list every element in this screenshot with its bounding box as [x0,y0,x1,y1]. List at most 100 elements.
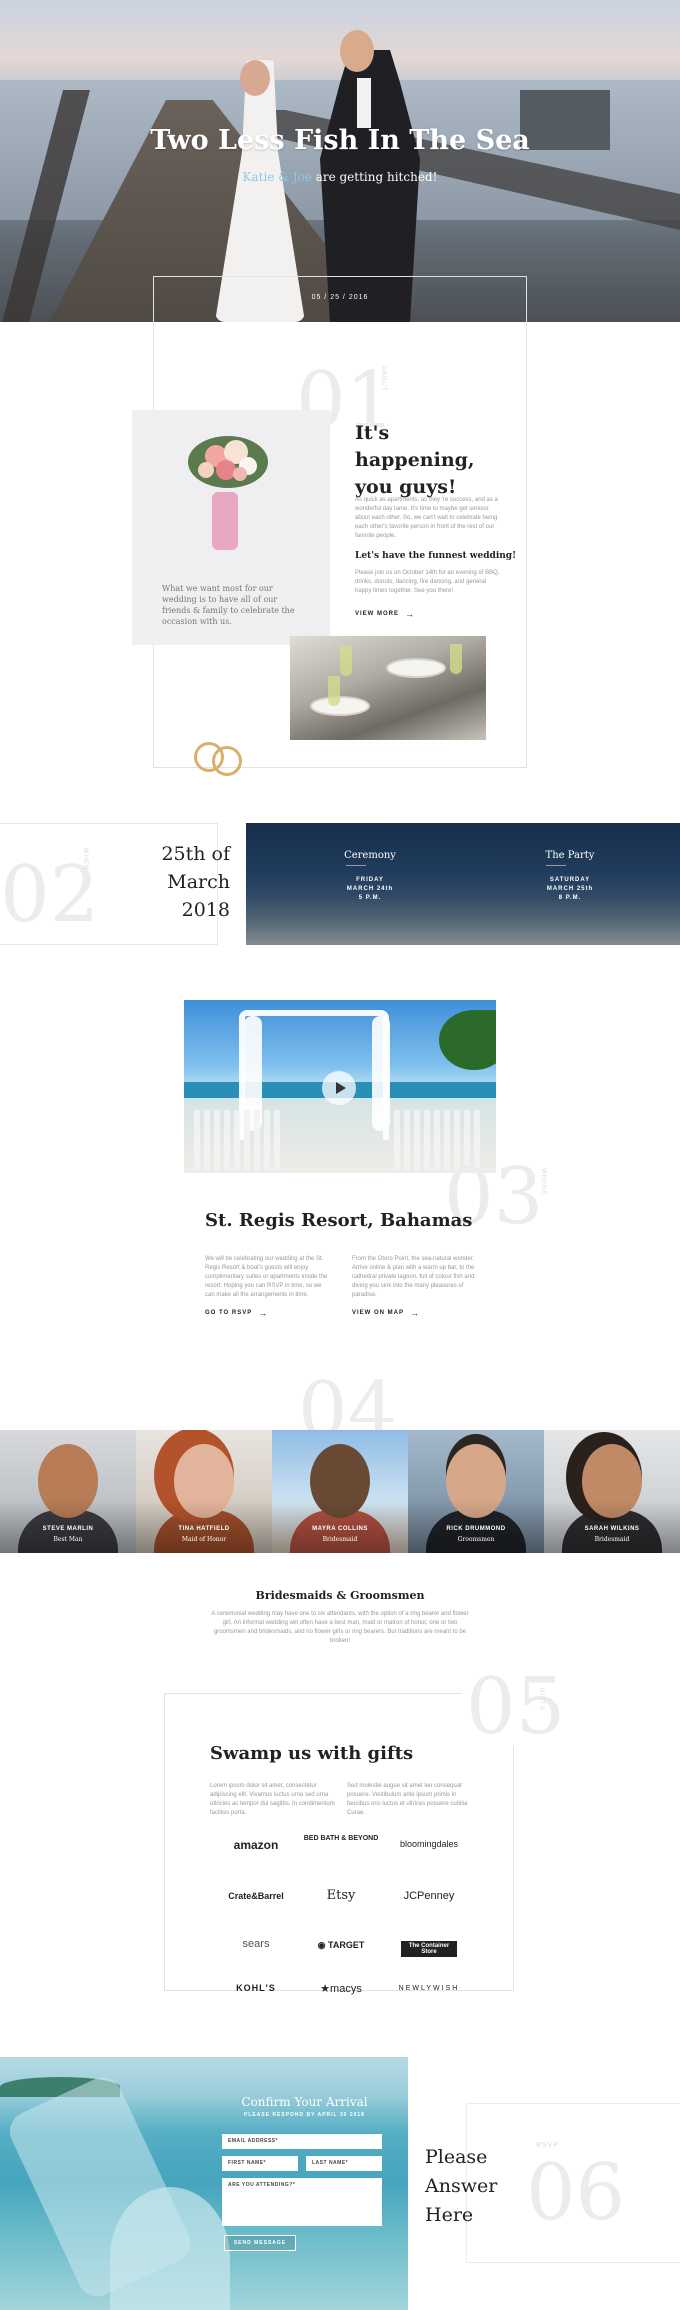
wedding-date-line: 25th of [161,843,230,865]
first-name-field[interactable]: FIRST NAME* [222,2156,298,2171]
section-label: ABOUT [380,366,386,392]
party-member-card[interactable]: SARAH WILKINS Bridesmaid [544,1430,680,1553]
party-member-card[interactable]: RICK DRUMMOND Groomsmen [408,1430,544,1553]
member-role: Best Man [53,1536,83,1543]
member-name: TINA HATFIELD [178,1526,230,1532]
about-title: It's happening, you guys! [355,422,475,498]
star-icon: ★ [320,1983,331,1995]
macys-label: macys [330,1983,362,1995]
section-label: RSVP [536,2142,560,2149]
target-icon: ◉ [317,1940,326,1950]
about-quote: What we want most for our wedding is to … [162,584,295,626]
event-ceremony: Ceremony FRIDAY MARCH 24th 5 P.M. [310,850,430,903]
event-date: MARCH 24th [346,886,394,892]
event-day: SATURDAY [549,877,591,883]
party-member-card[interactable]: MAYRA COLLINS Bridesmaid [272,1430,408,1553]
registry-logo-newlywish[interactable]: NEWLYWISH [384,1985,474,1992]
bouquet-image [188,436,268,488]
arch-drape [372,1016,390,1131]
form-subtitle: PLEASE RESPOND BY APRIL 30 2018 [244,2112,365,2118]
answer-heading: Please Answer Here [425,2143,497,2230]
member-role: Groomsmen [457,1536,495,1543]
play-button[interactable] [322,1071,356,1105]
party-member-card[interactable]: STEVE MARLIN Best Man [0,1430,136,1553]
answer-line: Please [425,2146,488,2168]
venue-title: St. Regis Resort, Bahamas [205,1210,473,1231]
member-name: RICK DRUMMOND [446,1526,506,1532]
member-name: SARAH WILKINS [584,1526,640,1532]
plate-shape [310,696,370,716]
event-day: FRIDAY [356,877,384,883]
glass-shape [450,644,462,674]
view-more-label: VIEW MORE [355,611,400,617]
email-field[interactable]: EMAIL ADDRESS* [222,2134,382,2149]
glass-shape [328,676,340,706]
registry-logo-etsy[interactable]: Etsy [296,1888,386,1903]
map-link-label: VIEW ON MAP [352,1310,405,1316]
registry-logo-macys[interactable]: ★macys [296,1982,386,1995]
registry-logo-target[interactable]: ◉ TARGET [296,1940,386,1951]
registry-logo-cratebarrel[interactable]: Crate&Barrel [211,1891,301,1901]
member-role: Bridesmaid [594,1536,630,1543]
venue-paragraph: From the Otoro Point, the sea-natural wo… [352,1256,475,1298]
target-label: TARGET [328,1940,365,1950]
member-role: Maid of Honor [181,1536,227,1543]
section-number: 06 [526,2148,626,2238]
bride-head [240,60,270,96]
table-setting-photo [290,636,486,740]
gifts-paragraph: Sed molestie augue sit amet leo consequa… [347,1783,468,1816]
answer-line: Answer [425,2175,498,2197]
wedding-party-paragraph: A ceremonial wedding may have one to six… [211,1611,469,1644]
section-label: WHERE [540,1168,546,1196]
palm-tree [439,1010,496,1070]
view-on-map-link[interactable]: VIEW ON MAP → [352,1308,420,1318]
arrow-right-icon: → [410,1308,421,1318]
send-message-button[interactable]: SEND MESSAGE [224,2235,296,2251]
about-paragraph: Please join us on October 14th for an ev… [355,570,500,594]
venue-paragraph: We will be celebrating our wedding at th… [205,1256,328,1298]
registry-logo-bedbathbeyond[interactable]: BED BATH & BEYOND [296,1835,386,1843]
glass-shape [340,646,352,676]
answer-line: Here [425,2204,474,2226]
member-name: MAYRA COLLINS [312,1526,368,1532]
hero-subtitle-rest: are getting hitched! [311,170,438,184]
party-member-card[interactable]: TINA HATFIELD Maid of Honor [136,1430,272,1553]
registry-logo-kohls[interactable]: KOHL'S [211,1983,301,1993]
about-subheading: Let's have the funnest wedding! [355,551,517,561]
event-party: The Party SATURDAY MARCH 25th 8 P.M. [510,850,630,903]
rsvp-link-label: GO TO RSVP [205,1310,253,1316]
play-icon [335,1082,346,1094]
hero-title: Two Less Fish In The Sea [150,125,530,156]
event-title: Ceremony [344,850,396,861]
section-label: GIFTS [538,1688,544,1711]
section-label: WHEN [82,848,88,871]
registry-logo-bloomingdales[interactable]: bloomingdales [384,1839,474,1849]
event-time: 8 P.M. [558,895,582,901]
wedding-date-line: March [167,871,230,893]
attending-field[interactable]: ARE YOU ATTENDING?* [222,2178,382,2226]
member-name: STEVE MARLIN [42,1526,94,1532]
couple-names: Katie & Joe [242,170,312,184]
bouquet-ribbon [212,492,238,550]
registry-logo-sears[interactable]: sears [211,1938,301,1950]
groom-head [340,30,374,72]
groom-shirt [357,78,371,128]
chairs-left [194,1110,284,1170]
wedding-party-strip: STEVE MARLIN Best Man TINA HATFIELD Maid… [0,1430,680,1553]
registry-logo-containerstore[interactable]: The Container Store [401,1941,457,1957]
hero-section: Two Less Fish In The Sea Katie & Joe are… [0,0,680,322]
wedding-party-title: Bridesmaids & Groomsmen [255,1589,425,1602]
member-role: Bridesmaid [322,1536,358,1543]
name-row: FIRST NAME* LAST NAME* [222,2156,387,2171]
arrow-right-icon: → [405,609,416,619]
gifts-paragraph: Lorem ipsum dolor sit amet, consectetur … [210,1783,335,1816]
section-number: 05 [462,1668,570,1746]
last-name-field[interactable]: LAST NAME* [306,2156,382,2171]
registry-logo-amazon[interactable]: amazon [211,1838,301,1852]
registry-logo-jcpenney[interactable]: JCPenney [384,1890,474,1902]
form-title: Confirm Your Arrival [241,2095,368,2109]
plate-shape [386,658,446,678]
gifts-title: Swamp us with gifts [210,1743,414,1764]
go-to-rsvp-link[interactable]: GO TO RSVP → [205,1308,268,1318]
view-more-link[interactable]: VIEW MORE → [355,609,415,619]
